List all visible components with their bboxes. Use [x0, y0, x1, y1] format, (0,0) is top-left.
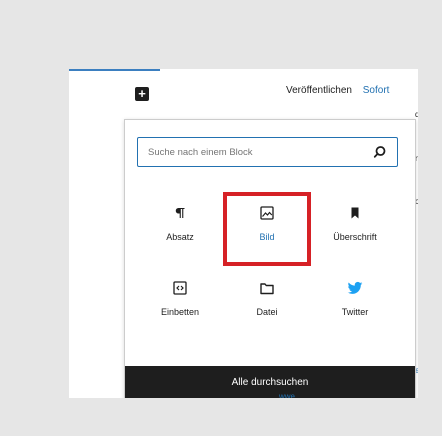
sidebar-fragment-1: da	[415, 110, 418, 119]
folder-icon	[260, 283, 274, 295]
publish-timing-link[interactable]: Sofort	[363, 85, 390, 96]
bookmark-icon	[351, 207, 359, 219]
twitter-icon	[347, 281, 363, 294]
highlight-box	[223, 192, 311, 266]
block-embed[interactable]: Einbetten	[135, 280, 225, 340]
block-twitter[interactable]: Twitter	[310, 280, 400, 340]
tab-underline	[69, 69, 160, 71]
block-label: Einbetten	[160, 307, 200, 317]
publish-row: Veröffentlichen Sofort	[286, 85, 389, 96]
add-block-button[interactable]: +	[135, 87, 149, 101]
browse-all-button[interactable]: Alle durchsuchen	[125, 366, 415, 398]
block-file[interactable]: Datei	[222, 280, 312, 340]
block-heading[interactable]: Überschrift	[310, 205, 400, 265]
block-label: Absatz	[166, 232, 194, 242]
block-search[interactable]	[137, 137, 398, 167]
embed-icon	[173, 281, 187, 295]
block-paragraph[interactable]: Absatz	[135, 205, 225, 265]
block-search-input[interactable]	[138, 138, 378, 166]
block-label: Überschrift	[333, 232, 377, 242]
block-label: Datei	[256, 307, 278, 317]
bottom-link-fragment[interactable]: wwe	[279, 392, 295, 398]
search-icon[interactable]	[373, 145, 387, 159]
publish-label: Veröffentlichen	[286, 85, 352, 96]
block-label: Twitter	[341, 307, 369, 317]
editor-frame: + Veröffentlichen Sofort da rts or er Ab…	[69, 69, 418, 398]
block-inserter-popover: Absatz Bild Überschrift Einbetten	[124, 119, 416, 398]
paragraph-icon	[175, 208, 185, 218]
